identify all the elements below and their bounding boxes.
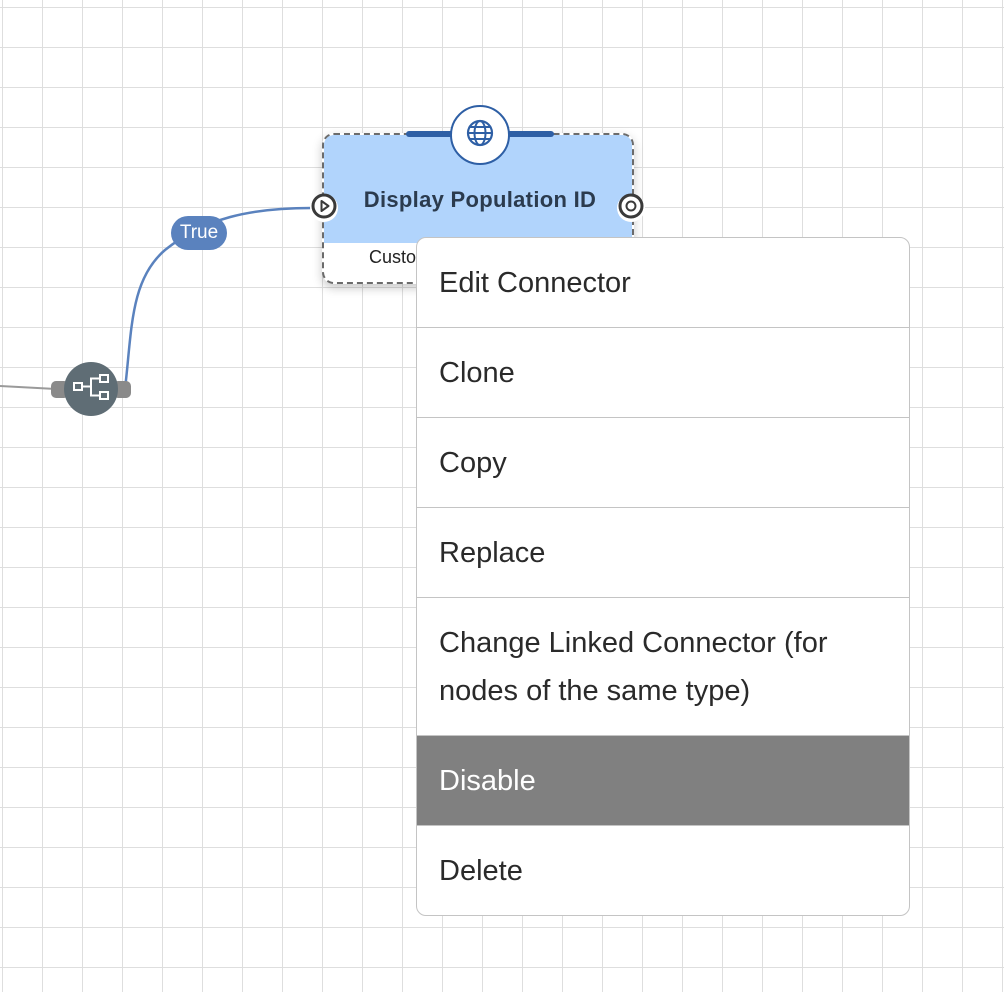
play-circle-icon <box>311 193 337 224</box>
node-output-port[interactable] <box>617 193 645 224</box>
menu-item-change-linked-connector[interactable]: Change Linked Connector (for nodes of th… <box>417 598 909 736</box>
branch-icon <box>71 372 111 407</box>
node-type-badge <box>450 105 510 165</box>
menu-item-disable[interactable]: Disable <box>417 736 909 826</box>
menu-item-delete[interactable]: Delete <box>417 826 909 915</box>
context-menu: Edit Connector Clone Copy Replace Change… <box>416 237 910 916</box>
node-title: Display Population ID <box>363 187 597 212</box>
node-subtitle: Custo <box>369 247 417 267</box>
decision-node[interactable] <box>64 362 118 416</box>
globe-icon <box>465 118 495 153</box>
stop-circle-icon <box>618 193 644 224</box>
node-input-port[interactable] <box>310 193 338 224</box>
menu-item-clone[interactable]: Clone <box>417 328 909 418</box>
menu-item-replace[interactable]: Replace <box>417 508 909 598</box>
edge-label-true[interactable]: True <box>171 216 227 250</box>
menu-item-copy[interactable]: Copy <box>417 418 909 508</box>
menu-item-edit-connector[interactable]: Edit Connector <box>417 238 909 328</box>
incoming-edge <box>0 385 57 390</box>
